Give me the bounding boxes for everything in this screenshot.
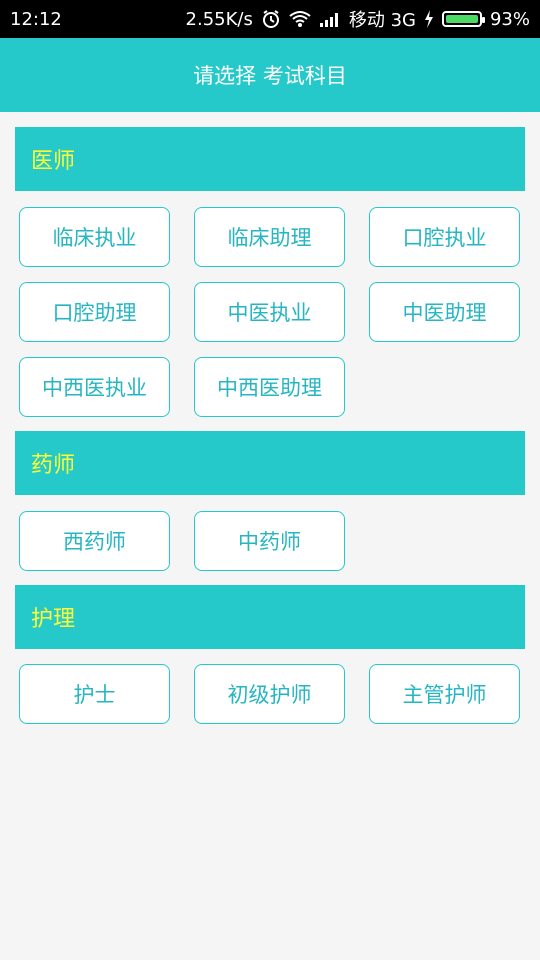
section-header-nursing: 护理 [15,585,525,649]
section-header-physician: 医师 [15,127,525,191]
subject-button[interactable]: 主管护师 [369,664,520,724]
status-time: 12:12 [10,8,62,30]
section-title: 护理 [31,607,76,632]
subject-button[interactable]: 中医执业 [194,282,345,342]
battery-icon [441,11,485,27]
subject-button[interactable]: 中西医助理 [194,357,345,417]
status-right: 2.55K/s 移动 3G 93% [186,6,530,32]
section-header-pharmacist: 药师 [15,431,525,495]
section-title: 药师 [31,453,76,478]
title-bar: 请选择 考试科目 [0,38,540,112]
subject-button[interactable]: 中药师 [194,511,345,571]
battery-percent: 93% [489,8,530,30]
subject-button[interactable]: 口腔助理 [19,282,170,342]
network-speed: 2.55K/s [185,8,253,30]
subject-button[interactable]: 护士 [19,664,170,724]
subject-button[interactable]: 临床执业 [19,207,170,267]
subject-button[interactable]: 口腔执业 [369,207,520,267]
section-title: 医师 [31,149,76,174]
status-bar: 12:12 2.55K/s 移动 3G 93% [0,0,540,38]
subject-button[interactable]: 西药师 [19,511,170,571]
charging-icon [424,10,434,28]
subject-button[interactable]: 中医助理 [369,282,520,342]
subject-button[interactable]: 临床助理 [194,207,345,267]
page-title: 请选择 考试科目 [193,64,347,88]
alarm-icon [261,9,281,29]
carrier-label: 移动 3G [348,10,416,31]
subject-button[interactable]: 中西医执业 [19,357,170,417]
wifi-icon [289,10,311,28]
signal-icon [319,11,341,27]
subject-button[interactable]: 初级护师 [194,664,345,724]
